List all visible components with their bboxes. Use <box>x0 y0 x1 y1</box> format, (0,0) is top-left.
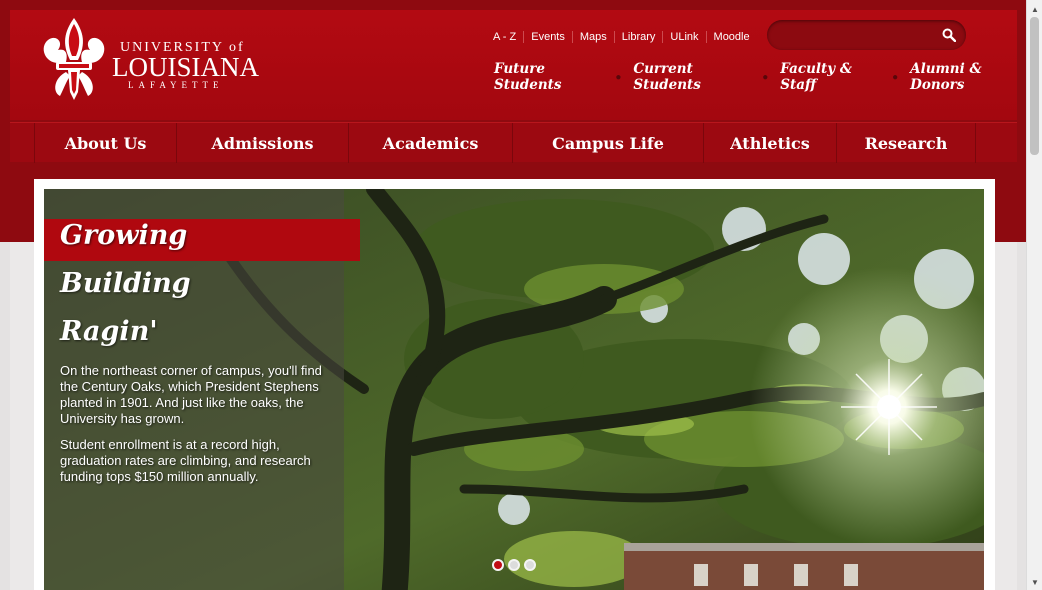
util-link-events[interactable]: Events <box>523 31 572 43</box>
slide-dot-3[interactable] <box>524 559 536 571</box>
search-box <box>767 20 966 50</box>
bullet-separator: ● <box>762 71 769 83</box>
fleur-de-lis-icon <box>43 18 105 100</box>
page: UNIVERSITY of LOUISIANA LAFAYETTE A - Z … <box>0 0 1026 590</box>
headline-building: Building <box>60 268 191 299</box>
hero-slideshow: Growing Building Ragin' On the northeast… <box>44 189 984 590</box>
nav-admissions[interactable]: Admissions <box>176 123 348 163</box>
nav-campus-life[interactable]: Campus Life <box>512 123 703 163</box>
slide-pager <box>492 559 536 571</box>
audience-link-future-students[interactable]: Future Students <box>494 61 603 93</box>
util-link-moodle[interactable]: Moodle <box>705 31 757 43</box>
util-link-library[interactable]: Library <box>613 31 663 43</box>
slide-dot-2[interactable] <box>508 559 520 571</box>
headline-growing: Growing <box>60 220 188 251</box>
vertical-scrollbar[interactable]: ▲ ▼ <box>1026 0 1042 590</box>
bullet-separator: ● <box>892 71 899 83</box>
nav-athletics[interactable]: Athletics <box>703 123 836 163</box>
university-logo[interactable]: UNIVERSITY of LOUISIANA LAFAYETTE <box>36 18 276 104</box>
utility-nav: A - Z Events Maps Library ULink Moodle <box>486 30 757 44</box>
nav-research[interactable]: Research <box>836 123 975 163</box>
audience-nav: Future Students ● Current Students ● Fac… <box>494 61 1026 93</box>
search-icon[interactable] <box>942 28 956 42</box>
logo-text-lafayette: LAFAYETTE <box>128 80 224 90</box>
nav-about-us[interactable]: About Us <box>34 123 176 163</box>
audience-link-alumni-donors[interactable]: Alumni & Donors <box>910 61 1026 93</box>
audience-link-current-students[interactable]: Current Students <box>633 61 750 93</box>
util-link-ulink[interactable]: ULink <box>662 31 705 43</box>
slide-dot-1[interactable] <box>492 559 504 571</box>
nav-spacer <box>975 123 1017 163</box>
scroll-down-arrow-icon[interactable]: ▼ <box>1027 574 1042 590</box>
bullet-separator: ● <box>615 71 622 83</box>
main-nav: About Us Admissions Academics Campus Lif… <box>10 122 1017 163</box>
scroll-up-arrow-icon[interactable]: ▲ <box>1027 1 1042 17</box>
hero-paragraph-1: On the northeast corner of campus, you'l… <box>60 363 322 426</box>
page-margin-left <box>0 242 10 590</box>
headline-ragin: Ragin' <box>60 316 158 347</box>
util-link-maps[interactable]: Maps <box>571 31 614 43</box>
scrollbar-thumb[interactable] <box>1030 17 1039 155</box>
util-link-a-z[interactable]: A - Z <box>486 31 523 43</box>
page-margin-right <box>1017 242 1026 590</box>
hero-paragraph-2: Student enrollment is at a record high, … <box>60 437 311 484</box>
audience-link-faculty-staff[interactable]: Faculty & Staff <box>780 61 880 93</box>
search-input[interactable] <box>779 26 939 44</box>
logo-text-louisiana: LOUISIANA <box>112 52 259 82</box>
nav-academics[interactable]: Academics <box>348 123 512 163</box>
